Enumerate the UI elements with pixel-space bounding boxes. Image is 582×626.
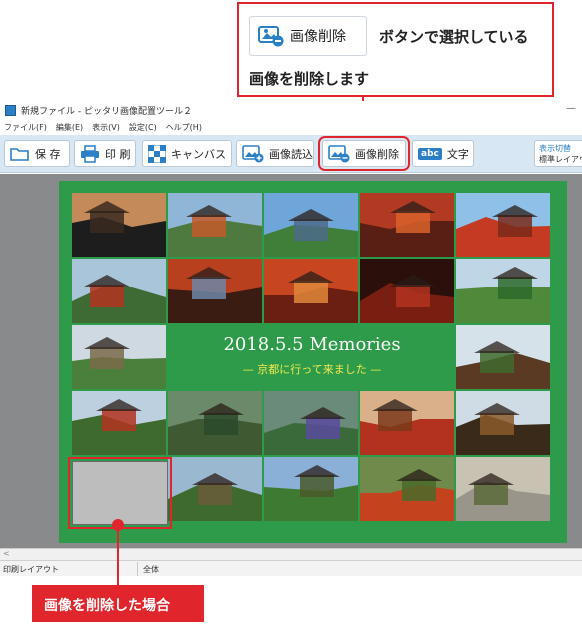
photo-image bbox=[72, 193, 166, 257]
scroll-left-arrow[interactable]: < bbox=[3, 549, 10, 558]
photo-tile[interactable] bbox=[456, 193, 550, 257]
caption-subtitle: — 京都に行って来ました — bbox=[242, 363, 382, 376]
menu-view[interactable]: 表示(V) bbox=[92, 122, 120, 133]
menu-settings[interactable]: 設定(C) bbox=[129, 122, 157, 133]
horizontal-scrollbar[interactable]: < bbox=[0, 548, 582, 560]
photo-image bbox=[72, 325, 166, 389]
status-bar: 印刷レイアウト 全体 bbox=[0, 560, 582, 576]
photo-image bbox=[456, 325, 550, 389]
photo-tile[interactable] bbox=[168, 193, 262, 257]
save-button[interactable]: 保 存 bbox=[4, 140, 70, 167]
canvas-button[interactable]: キャンバス bbox=[142, 140, 232, 167]
menu-file[interactable]: ファイル(F) bbox=[4, 122, 47, 133]
bottom-callout: 画像を削除した場合 bbox=[32, 585, 204, 622]
photo-image bbox=[360, 259, 454, 323]
canvas-area: 2018.5.5 Memories — 京都に行って来ました — bbox=[0, 174, 582, 548]
photo-image bbox=[456, 457, 550, 521]
photo-tile[interactable] bbox=[456, 391, 550, 455]
caption-block: 2018.5.5 Memories — 京都に行って来ました — bbox=[168, 322, 456, 384]
photo-image bbox=[264, 259, 358, 323]
app-icon bbox=[5, 104, 16, 116]
layout-page: 2018.5.5 Memories — 京都に行って来ました — bbox=[59, 181, 567, 543]
photo-image bbox=[264, 457, 358, 521]
photo-image bbox=[264, 391, 358, 455]
image-remove-icon bbox=[328, 144, 350, 162]
bottom-connector bbox=[117, 525, 119, 585]
delete-image-button-sample: 画像削除 bbox=[249, 16, 367, 56]
window-title: 新規ファイル - ピッタリ画像配置ツール２ bbox=[21, 106, 192, 117]
callout-button-label: 画像削除 bbox=[290, 29, 346, 45]
photo-tile[interactable] bbox=[360, 259, 454, 323]
photo-image bbox=[168, 193, 262, 257]
status-separator bbox=[137, 562, 138, 576]
view-switch-label: 表示切替 bbox=[539, 144, 571, 153]
caption-title: 2018.5.5 Memories bbox=[223, 334, 401, 355]
folder-icon bbox=[10, 147, 29, 161]
photo-tile[interactable] bbox=[264, 193, 358, 257]
load-image-label: 画像読込 bbox=[269, 147, 313, 161]
image-add-icon bbox=[242, 144, 264, 162]
text-button[interactable]: abc 文字 bbox=[412, 140, 474, 167]
text-label: 文字 bbox=[446, 147, 469, 161]
photo-tile[interactable] bbox=[168, 457, 262, 521]
status-zoom: 全体 bbox=[143, 565, 159, 574]
photo-tile[interactable] bbox=[72, 259, 166, 323]
photo-tile[interactable] bbox=[456, 259, 550, 323]
photo-tile[interactable] bbox=[456, 457, 550, 521]
toolbar: 保 存 印 刷 キャンバス 画像読込 画像削除 abc 文字 表示切替 標準レイ… bbox=[0, 135, 582, 173]
menu-help[interactable]: ヘルプ(H) bbox=[166, 122, 202, 133]
title-bar: 新規ファイル - ピッタリ画像配置ツール２ — bbox=[0, 101, 582, 119]
photo-image bbox=[456, 193, 550, 257]
deleted-slot-highlight bbox=[68, 457, 172, 529]
minimize-button[interactable]: — bbox=[566, 103, 576, 114]
photo-tile[interactable] bbox=[360, 391, 454, 455]
photo-tile[interactable] bbox=[264, 457, 358, 521]
callout-text-line1: ボタンで選択している bbox=[379, 28, 529, 46]
photo-image bbox=[360, 457, 454, 521]
canvas-label: キャンバス bbox=[171, 147, 226, 161]
photo-image bbox=[168, 259, 262, 323]
menu-edit[interactable]: 編集(E) bbox=[56, 122, 83, 133]
print-button[interactable]: 印 刷 bbox=[74, 140, 136, 167]
photo-tile[interactable] bbox=[72, 193, 166, 257]
checker-icon bbox=[148, 144, 166, 163]
menu-bar: ファイル(F) 編集(E) 表示(V) 設定(C) ヘルプ(H) bbox=[0, 120, 582, 134]
app-window: 新規ファイル - ピッタリ画像配置ツール２ — ファイル(F) 編集(E) 表示… bbox=[0, 101, 582, 578]
delete-image-label: 画像削除 bbox=[355, 147, 399, 161]
photo-image bbox=[456, 259, 550, 323]
photo-tile[interactable] bbox=[168, 259, 262, 323]
photo-image bbox=[456, 391, 550, 455]
photo-tile[interactable] bbox=[264, 391, 358, 455]
view-layout-label: 標準レイアウト bbox=[539, 155, 582, 164]
save-label: 保 存 bbox=[35, 147, 61, 161]
callout-text-line2: 画像を削除します bbox=[249, 70, 370, 88]
image-remove-icon bbox=[258, 26, 284, 47]
photo-image bbox=[72, 259, 166, 323]
photo-tile[interactable] bbox=[360, 457, 454, 521]
printer-icon bbox=[81, 144, 99, 163]
bottom-callout-label: 画像を削除した場合 bbox=[44, 598, 170, 614]
delete-image-button[interactable]: 画像削除 bbox=[318, 136, 410, 171]
status-layout: 印刷レイアウト bbox=[3, 565, 59, 574]
photo-tile[interactable] bbox=[360, 193, 454, 257]
photo-tile[interactable] bbox=[72, 391, 166, 455]
photo-image bbox=[264, 193, 358, 257]
load-image-button[interactable]: 画像読込 bbox=[236, 140, 314, 167]
photo-image bbox=[168, 457, 262, 521]
photo-image bbox=[72, 391, 166, 455]
photo-tile[interactable] bbox=[168, 391, 262, 455]
top-callout: 画像削除 ボタンで選択している 画像を削除します bbox=[237, 2, 554, 97]
view-switch-button[interactable]: 表示切替 標準レイアウト bbox=[534, 140, 582, 167]
print-label: 印 刷 bbox=[105, 147, 131, 161]
photo-image bbox=[360, 391, 454, 455]
photo-tile[interactable] bbox=[456, 325, 550, 389]
photo-image bbox=[168, 391, 262, 455]
photo-image bbox=[360, 193, 454, 257]
photo-tile[interactable] bbox=[264, 259, 358, 323]
text-abc-icon: abc bbox=[418, 147, 442, 160]
photo-tile[interactable] bbox=[72, 325, 166, 389]
